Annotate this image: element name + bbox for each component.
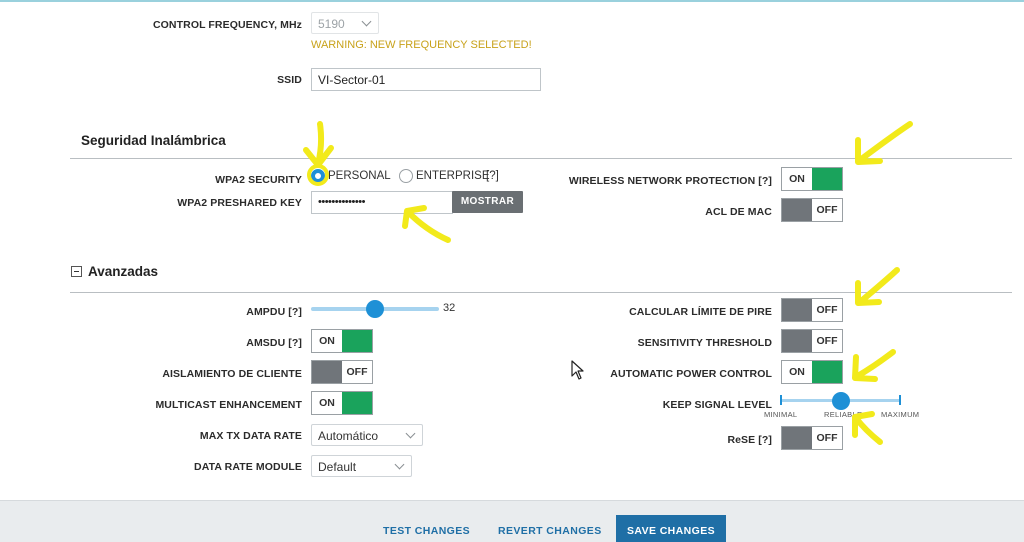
amsdu-label: AMSDU [?] <box>246 337 302 349</box>
client-isolation-label: AISLAMIENTO DE CLIENTE <box>162 368 302 380</box>
toggle-state-text: OFF <box>816 432 838 444</box>
wireless-protection-toggle[interactable]: ON <box>781 167 843 191</box>
sensitivity-label: SENSITIVITY THRESHOLD <box>637 337 772 349</box>
toggle-knob <box>342 330 372 352</box>
rese-label: ReSE [?] <box>727 434 772 446</box>
chevron-down-icon <box>361 16 372 27</box>
frequency-warning: WARNING: NEW FREQUENCY SELECTED! <box>311 39 532 51</box>
ampdu-slider-thumb[interactable] <box>366 300 384 318</box>
ssid-label: SSID <box>277 74 302 86</box>
keep-signal-thumb[interactable] <box>832 392 850 410</box>
section-divider <box>70 158 1012 159</box>
radio-enterprise[interactable] <box>399 169 413 183</box>
collapse-icon[interactable] <box>71 266 82 277</box>
toggle-knob <box>812 361 842 383</box>
top-border <box>0 0 1024 2</box>
amsdu-toggle[interactable]: ON <box>311 329 373 353</box>
max-tx-rate-select[interactable]: Automático <box>311 424 423 446</box>
toggle-state-text: ON <box>789 173 805 185</box>
chevron-down-icon <box>394 459 405 470</box>
wireless-security-title: Seguridad Inalámbrica <box>81 133 226 148</box>
keep-signal-min-label: MINIMAL <box>764 410 798 419</box>
multicast-label: MULTICAST ENHANCEMENT <box>155 399 302 411</box>
toggle-knob <box>782 330 812 352</box>
data-rate-module-select[interactable]: Default <box>311 455 412 477</box>
client-isolation-toggle[interactable]: OFF <box>311 360 373 384</box>
data-rate-module-value: Default <box>318 460 357 474</box>
max-tx-rate-label: MAX TX DATA RATE <box>199 430 302 442</box>
annotation-arrow <box>852 349 896 382</box>
auto-power-toggle[interactable]: ON <box>781 360 843 384</box>
wpa2-security-label: WPA2 SECURITY <box>215 174 302 186</box>
max-tx-rate-value: Automático <box>318 429 379 443</box>
toggle-knob <box>782 199 812 221</box>
show-key-button[interactable]: MOSTRAR <box>452 191 523 213</box>
data-rate-module-label: DATA RATE MODULE <box>194 461 302 473</box>
pire-limit-toggle[interactable]: OFF <box>781 298 843 322</box>
annotation-arrow <box>855 121 913 165</box>
toggle-state-text: ON <box>319 397 335 409</box>
mouse-cursor-icon <box>571 360 584 380</box>
toggle-knob <box>812 168 842 190</box>
toggle-state-text: OFF <box>816 335 838 347</box>
toggle-state-text: OFF <box>346 366 368 378</box>
keep-signal-label: KEEP SIGNAL LEVEL <box>662 399 772 411</box>
toggle-state-text: ON <box>789 366 805 378</box>
ssid-input[interactable]: VI-Sector-01 <box>311 68 541 91</box>
chevron-down-icon <box>405 428 416 439</box>
toggle-state-text: ON <box>319 335 335 347</box>
toggle-knob <box>782 299 812 321</box>
acl-mac-toggle[interactable]: OFF <box>781 198 843 222</box>
toggle-knob <box>312 361 342 383</box>
keep-signal-max-label: MAXIMUM <box>881 410 920 419</box>
auto-power-label: AUTOMATIC POWER CONTROL <box>610 368 772 380</box>
ampdu-label: AMPDU [?] <box>246 306 302 318</box>
keep-signal-tick-min <box>780 395 782 405</box>
pire-limit-label: CALCULAR LÍMITE DE PIRE <box>629 306 772 318</box>
revert-changes-button[interactable]: REVERT CHANGES <box>498 525 602 537</box>
toggle-state-text: OFF <box>816 304 838 316</box>
save-changes-button[interactable]: SAVE CHANGES <box>616 515 726 542</box>
radio-personal-label: PERSONAL <box>328 170 391 182</box>
keep-signal-tick-max <box>899 395 901 405</box>
sensitivity-toggle[interactable]: OFF <box>781 329 843 353</box>
toggle-knob <box>342 392 372 414</box>
annotation-arrow <box>855 267 900 306</box>
toggle-state-text: OFF <box>816 204 838 216</box>
wireless-protection-label: WIRELESS NETWORK PROTECTION [?] <box>568 175 772 187</box>
keep-signal-mid-label: RELIABLE <box>824 410 863 419</box>
test-changes-button[interactable]: TEST CHANGES <box>383 525 470 537</box>
control-frequency-label: CONTROL FREQUENCY, MHz <box>152 19 302 31</box>
radio-personal[interactable] <box>311 169 325 183</box>
advanced-title: Avanzadas <box>88 264 159 279</box>
preshared-key-input[interactable]: •••••••••••••• <box>311 191 453 214</box>
ampdu-value: 32 <box>443 302 456 314</box>
section-divider <box>70 292 1012 293</box>
wpa2-help-link[interactable]: [?] <box>486 170 499 182</box>
multicast-toggle[interactable]: ON <box>311 391 373 415</box>
toggle-knob <box>782 427 812 449</box>
acl-mac-label: ACL DE MAC <box>705 206 772 218</box>
control-frequency-value: 5190 <box>318 17 345 31</box>
rese-toggle[interactable]: OFF <box>781 426 843 450</box>
control-frequency-select[interactable]: 5190 <box>311 12 379 34</box>
radio-enterprise-label: ENTERPRISE <box>416 170 490 182</box>
preshared-key-label: WPA2 PRESHARED KEY <box>177 197 302 209</box>
